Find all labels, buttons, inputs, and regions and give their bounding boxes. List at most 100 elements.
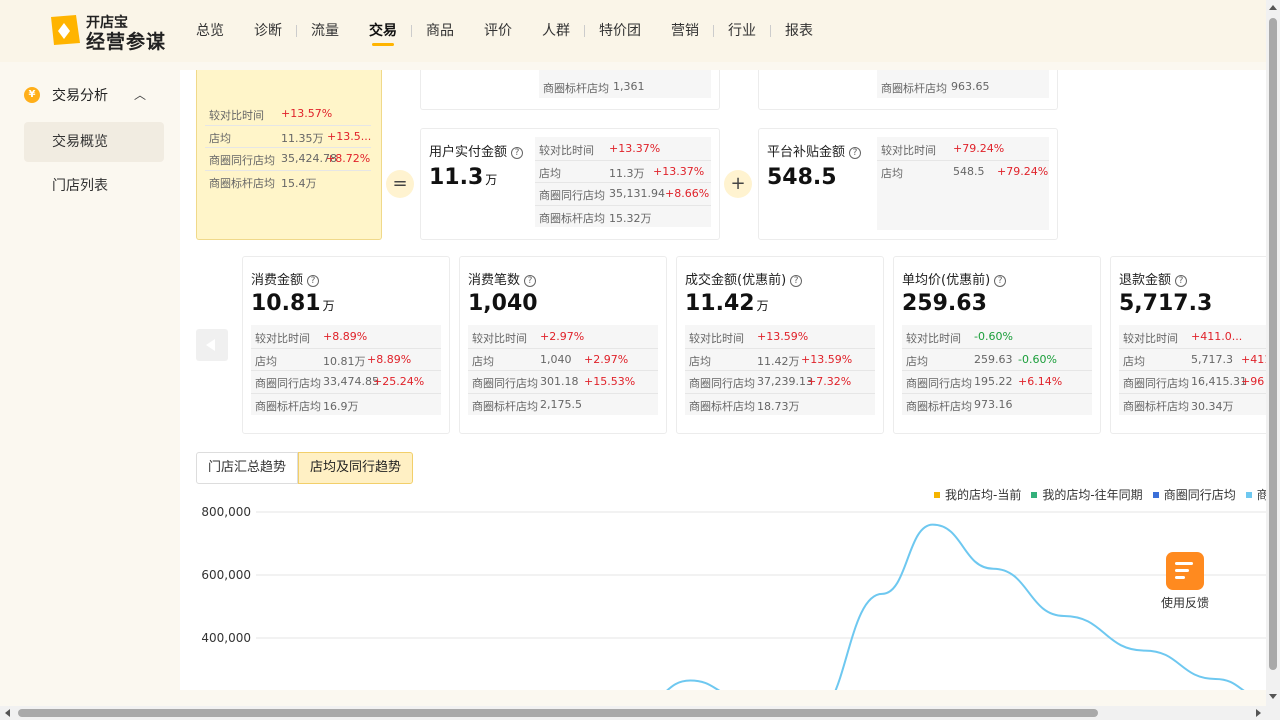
brand-big-text: 经营参谋 xyxy=(86,31,167,53)
nav-traffic[interactable]: 流量 xyxy=(311,0,339,62)
platform-subsidy-card[interactable]: 平台补贴金额? 548.5 较对比时间 +79.24% 店均 548.5 +79.24… xyxy=(758,128,1058,240)
row-change: +79.24% xyxy=(953,142,1005,155)
help-icon[interactable]: ? xyxy=(994,275,1007,287)
row-value: 195.22 xyxy=(974,375,1013,388)
nav-reviews[interactable]: 评价 xyxy=(484,0,512,62)
row-key: 商圈标杆店均 xyxy=(539,211,605,225)
tab-store-avg-peer-trend[interactable]: 店均及同行趋势 xyxy=(298,452,414,484)
sidebar-group-label: 交易分析 xyxy=(52,88,108,104)
metric-card[interactable]: 成交金额(优惠前)? 11.42 万较对比时间 +13.59% 店均 11.42万 +13.… xyxy=(676,256,884,434)
row-change: +13.57% xyxy=(281,107,333,120)
scroll-up-arrow-icon[interactable] xyxy=(1269,5,1277,10)
metric-row: 商圈标杆店均 2,175.5 xyxy=(468,392,658,416)
metric-row: 商圈标杆店均 15.4万 xyxy=(205,169,371,193)
nav-audience[interactable]: 人群 xyxy=(542,0,570,62)
row-key: 较对比时间 xyxy=(539,144,594,157)
top-header: 开店宝 经营参谋 总览 诊断 流量 交易 商品 评价 人群 特价团 营销 行业 … xyxy=(0,0,1266,62)
nav-products[interactable]: 商品 xyxy=(426,0,454,62)
metric-row: 较对比时间 +8.89% xyxy=(251,325,441,348)
row-key: 商圈标杆店均 xyxy=(543,82,609,95)
vertical-scrollbar[interactable] xyxy=(1266,0,1280,706)
help-icon[interactable]: ? xyxy=(524,275,537,287)
metric-row: 较对比时间 +2.97% xyxy=(468,325,658,348)
row-key: 商圈标杆店均 xyxy=(472,399,538,413)
metric-table: 较对比时间 +8.89% 店均 10.81万 +8.89% 商圈同行店均 33,474.85… xyxy=(251,325,441,415)
metric-table: 商圈标杆店均 1,361 xyxy=(539,70,711,98)
sidebar-item-overview[interactable]: 交易概览 xyxy=(24,122,164,162)
metric-row: 较对比时间 +411.0... xyxy=(1119,325,1266,348)
help-icon[interactable]: ? xyxy=(307,275,320,287)
row-key: 商圈同行店均 xyxy=(1123,377,1189,390)
row-change: +411 xyxy=(1241,352,1266,366)
nav-transaction[interactable]: 交易 xyxy=(369,0,397,62)
nav-marketing[interactable]: 营销 xyxy=(671,0,699,62)
trend-chart: 800,000 600,000 400,000 xyxy=(180,500,1266,690)
nav-special-group[interactable]: 特价团 xyxy=(599,0,641,62)
tab-store-summary-trend[interactable]: 门店汇总趋势 xyxy=(196,452,299,484)
scroll-down-arrow-icon[interactable] xyxy=(1269,694,1277,699)
metric-card[interactable]: 消费金额? 10.81 万较对比时间 +8.89% 店均 10.81万 +8.89% 商圈同行… xyxy=(242,256,450,434)
metric-row: 店均 10.81万 +8.89% xyxy=(251,347,441,371)
help-icon[interactable]: ? xyxy=(849,147,862,159)
y-tick-label: 800,000 xyxy=(201,505,251,519)
help-icon[interactable]: ? xyxy=(1175,275,1188,287)
row-value: 548.5 xyxy=(953,164,985,178)
row-change: +8.66% xyxy=(665,187,710,200)
scroll-left-arrow-icon[interactable] xyxy=(5,709,10,717)
row-change: +2.97% xyxy=(540,330,585,343)
vertical-scrollbar-thumb[interactable] xyxy=(1269,18,1277,670)
sidebar-group-transaction-analysis[interactable]: ¥ 交易分析 ︿ xyxy=(24,84,164,106)
legend-swatch xyxy=(1152,491,1159,498)
row-change: +8.89% xyxy=(323,330,368,343)
metric-card[interactable]: 单均价(优惠前)? 259.63 较对比时间 -0.60% 店均 259.63 -0.60%… xyxy=(893,256,1101,434)
horizontal-scrollbar[interactable] xyxy=(0,706,1280,720)
nav-industry[interactable]: 行业 xyxy=(728,0,756,62)
horizontal-scrollbar-thumb[interactable] xyxy=(18,709,1098,717)
chevron-up-icon[interactable]: ︿ xyxy=(134,86,146,103)
help-icon[interactable]: ? xyxy=(511,147,524,159)
row-key: 较对比时间 xyxy=(689,332,744,345)
card-value: 1,040 xyxy=(468,291,540,316)
highlighted-metric-card[interactable]: 较对比时间 +13.57% 店均 11.35万 +13.5... 商圈同行店均 … xyxy=(196,70,382,240)
metric-row: 商圈标杆店均 963.65 xyxy=(877,75,1049,98)
row-value: 301.18 xyxy=(540,375,579,388)
row-change: +15.53% xyxy=(584,375,636,388)
metric-row: 店均 11.42万 +13.59% xyxy=(685,347,875,371)
brand-logo[interactable]: 开店宝 经营参谋 xyxy=(48,10,178,53)
metric-row: 店均 11.35万 +13.5... xyxy=(205,124,371,148)
row-value: 1,040 xyxy=(540,352,572,366)
nav-overview[interactable]: 总览 xyxy=(196,0,224,62)
metric-card[interactable]: 退款金额? 5,717.3 较对比时间 +411.0... 店均 5,717.3 +411 商… xyxy=(1110,256,1266,434)
nav-diagnosis[interactable]: 诊断 xyxy=(254,0,282,62)
card-value-unit: 万 xyxy=(485,173,498,187)
row-change: -0.60% xyxy=(974,330,1013,343)
scroll-right-arrow-icon[interactable] xyxy=(1256,709,1261,717)
row-value: 10.81万 xyxy=(323,354,366,368)
y-tick-label: 400,000 xyxy=(201,631,251,645)
metric-card[interactable]: 消费笔数? 1,040 较对比时间 +2.97% 店均 1,040 +2.97% 商圈同行店均… xyxy=(459,256,667,434)
metric-row: 商圈标杆店均 1,361 xyxy=(539,75,711,98)
row-change: +7.32% xyxy=(807,375,852,388)
help-icon[interactable]: ? xyxy=(790,275,803,287)
row-key: 商圈标杆店均 xyxy=(209,176,275,190)
nav-reports[interactable]: 报表 xyxy=(785,0,813,62)
metric-row: 店均 5,717.3 +411 xyxy=(1119,347,1266,371)
card-value-number: 5,717.3 xyxy=(1119,291,1213,316)
row-value: 33,474.85 xyxy=(323,375,379,388)
metric-row: 商圈同行店均 33,474.85 +25.24% xyxy=(251,370,441,393)
trend-tabs: 门店汇总趋势 店均及同行趋势 xyxy=(196,452,414,484)
row-change: +13.59% xyxy=(801,352,853,366)
card-value-unit: 万 xyxy=(756,299,769,313)
row-value: 15.32万 xyxy=(609,211,652,225)
paid-amount-card[interactable]: 用户实付金额? 11.3 万 较对比时间 +13.37% 店均 11.3万 +13.37… xyxy=(420,128,720,240)
metric-row: 较对比时间 +13.57% xyxy=(205,102,371,125)
coin-icon: ¥ xyxy=(24,87,40,103)
row-key: 店均 xyxy=(209,131,231,145)
row-key: 店均 xyxy=(539,166,561,180)
sidebar-item-store-list[interactable]: 门店列表 xyxy=(24,166,164,206)
plus-operator: + xyxy=(724,170,752,198)
card-value: 548.5 xyxy=(767,165,837,190)
carousel-prev-button[interactable] xyxy=(196,329,228,361)
metric-row: 商圈同行店均 37,239.13 +7.32% xyxy=(685,370,875,393)
feedback-button[interactable]: 使用反馈 xyxy=(1154,552,1216,614)
